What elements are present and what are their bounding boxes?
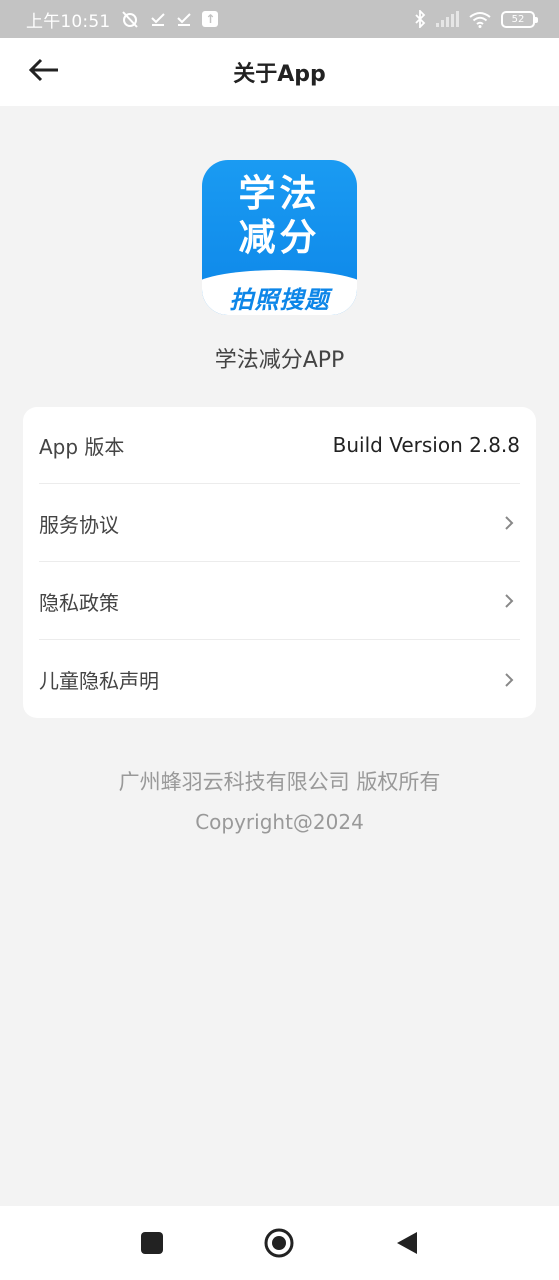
chevron-right-icon (502, 672, 516, 687)
privacy-policy-label: 隐私政策 (39, 590, 119, 615)
children-privacy-row[interactable]: 儿童隐私声明 (39, 641, 520, 718)
triangle-back-icon (395, 1230, 419, 1260)
circle-icon (263, 1227, 295, 1263)
footer-company: 广州蜂羽云科技有限公司 版权所有 (118, 770, 441, 794)
footer-copyright: Copyright@2024 (195, 810, 364, 834)
page-title: 关于App (233, 62, 326, 87)
system-nav-bar (0, 1206, 559, 1280)
upload-icon: ↑ (202, 11, 219, 27)
logo-line-2: 减分 (238, 216, 321, 259)
logo-banner-text: 拍照搜题 (229, 286, 330, 314)
chevron-right-icon (502, 594, 516, 608)
arrow-left-icon (28, 58, 60, 86)
home-button[interactable] (263, 1227, 295, 1263)
bluetooth-icon (414, 10, 426, 28)
wifi-icon (469, 11, 491, 28)
app-logo: 学法 减分 拍照搜题 (202, 160, 357, 315)
service-agreement-row[interactable]: 服务协议 (39, 485, 520, 562)
status-time: 上午10:51 (26, 11, 111, 32)
logo-line-1: 学法 (238, 172, 321, 215)
chevron-right-icon (502, 516, 516, 530)
info-card: App 版本 Build Version 2.8.8 服务协议 隐私政策 儿童隐… (23, 407, 536, 718)
download-done-icon (176, 11, 192, 27)
back-button[interactable] (26, 58, 62, 86)
signal-icon (436, 11, 459, 27)
square-icon (140, 1231, 164, 1259)
alarm-off-icon (120, 10, 140, 28)
app-header: 关于App (0, 38, 559, 106)
status-bar: 上午10:51 ↑ 52 (0, 0, 559, 38)
recent-apps-button[interactable] (137, 1230, 167, 1260)
download-done-icon (150, 11, 166, 27)
status-right: 52 (414, 10, 538, 28)
version-value: Build Version 2.8.8 (332, 433, 520, 457)
version-label: App 版本 (39, 434, 125, 459)
nav-back-button[interactable] (392, 1230, 422, 1260)
children-privacy-label: 儿童隐私声明 (39, 669, 159, 693)
status-left: 上午10:51 ↑ (26, 7, 219, 32)
logo-text: 学法 减分 (202, 172, 357, 260)
battery-icon: 52 (501, 10, 538, 28)
privacy-policy-row[interactable]: 隐私政策 (39, 563, 520, 640)
version-row: App 版本 Build Version 2.8.8 (39, 407, 520, 484)
app-name: 学法减分APP (214, 348, 345, 373)
service-agreement-label: 服务协议 (39, 512, 119, 537)
